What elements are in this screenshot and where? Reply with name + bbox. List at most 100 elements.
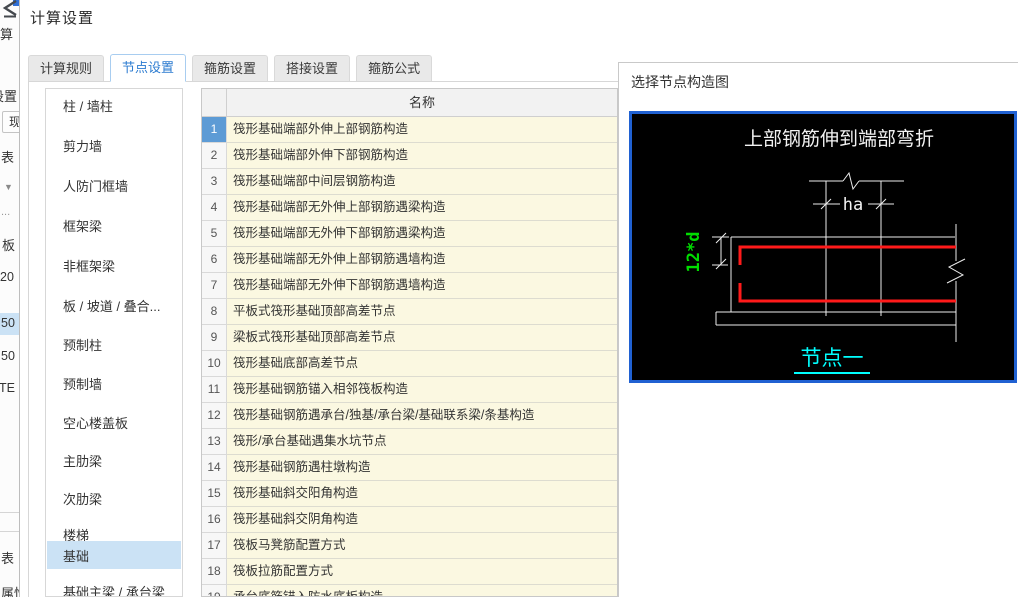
panel-divider-left [618,62,619,597]
table-row-4[interactable]: 4 筏形基础端部无外伸上部钢筋遇梁构造 [202,195,617,221]
partial-value-50-selected: 50 [1,316,15,330]
tab-4[interactable]: 搭接设置 [274,55,351,81]
panel-divider-top [618,62,1018,63]
table-row-6[interactable]: 6 筏形基础端部无外伸上部钢筋遇墙构造 [202,247,617,273]
partial-text-board: 板 [2,238,16,253]
table-row-12[interactable]: 12 筏形基础钢筋遇承台/独基/承台梁/基础联系梁/条基构造 [202,403,617,429]
row-number: 8 [202,299,227,325]
sidebar-item-7[interactable]: 预制柱 [47,325,181,364]
row-name: 筏形/承台基础遇集水坑节点 [227,429,617,455]
row-number: 18 [202,559,227,585]
row-number: 14 [202,455,227,481]
node-diagram-canvas[interactable]: 上部钢筋伸到端部弯折 ha 12*d 节点一 [629,111,1017,383]
tab-strip: 计算规则 节点设置 箍筋设置 搭接设置 箍筋公式 [28,54,433,82]
table-row-7[interactable]: 7 筏形基础端部无外伸下部钢筋遇墙构造 [202,273,617,299]
tab-1[interactable]: 计算规则 [28,55,105,81]
row-number: 19 [202,585,227,596]
underlying-window-strip: 计算 设置 现 表 ▼ ... 板 20 50 50 TE 表 属性 [0,0,20,597]
sidebar-item-2[interactable]: 剪力墙 [47,125,181,165]
row-number: 17 [202,533,227,559]
table-row-14[interactable]: 14 筏形基础钢筋遇柱墩构造 [202,455,617,481]
app-logo-icon [2,0,19,18]
table-row-13[interactable]: 13 筏形/承台基础遇集水坑节点 [202,429,617,455]
row-name: 筏形基础底部高差节点 [227,351,617,377]
partial-text-calc: 计算 [0,27,14,42]
sidebar-item-1[interactable]: 柱 / 墙柱 [47,89,181,125]
tab-content-border-left [28,81,29,597]
sidebar-item-11[interactable]: 次肋梁 [47,479,181,517]
partial-text-properties: 属性 [1,586,19,597]
table-row-5[interactable]: 5 筏形基础端部无外伸下部钢筋遇梁构造 [202,221,617,247]
table-body: 1 筏形基础端部外伸上部钢筋构造 2 筏形基础端部外伸下部钢筋构造 3 筏形基础端部中间层… [202,117,617,596]
table-header-number-cell [202,89,227,116]
tab-5[interactable]: 箍筋公式 [356,55,433,81]
table-row-17[interactable]: 17 筏板马凳筋配置方式 [202,533,617,559]
partial-value-te: TE [0,381,15,395]
row-number: 15 [202,481,227,507]
row-number: 2 [202,143,227,169]
row-name: 筏形基础端部无外伸下部钢筋遇梁构造 [227,221,617,247]
diagram-title: 上部钢筋伸到端部弯折 [744,128,934,150]
diagram-panel-label: 选择节点构造图 [631,74,729,90]
partial-value-50: 50 [1,349,15,363]
row-name: 筏形基础端部外伸上部钢筋构造 [227,117,617,143]
row-number: 6 [202,247,227,273]
row-number: 4 [202,195,227,221]
ellipsis-text: ... [1,206,11,218]
table-row-3[interactable]: 3 筏形基础端部中间层钢筋构造 [202,169,617,195]
table-row-18[interactable]: 18 筏板拉筋配置方式 [202,559,617,585]
row-number: 9 [202,325,227,351]
row-number: 3 [202,169,227,195]
sidebar-item-10[interactable]: 主肋梁 [47,441,181,479]
table-row-9[interactable]: 9 梁板式筏形基础顶部高差节点 [202,325,617,351]
table-row-16[interactable]: 16 筏形基础斜交阴角构造 [202,507,617,533]
row-name: 筏形基础斜交阴角构造 [227,507,617,533]
sidebar-item-5[interactable]: 非框架梁 [47,245,181,285]
dim-label-12d: 12*d [684,232,704,273]
dialog-title: 计算设置 [30,10,95,27]
sidebar-item-3[interactable]: 人防门框墙 [47,165,181,205]
diagram-caption: 节点一 [801,347,864,370]
sidebar-item-4[interactable]: 框架梁 [47,205,181,245]
row-number: 1 [202,117,227,143]
table-row-11[interactable]: 11 筏形基础钢筋锚入相邻筏板构造 [202,377,617,403]
table-row-10[interactable]: 10 筏形基础底部高差节点 [202,351,617,377]
row-name: 筏形基础端部外伸下部钢筋构造 [227,143,617,169]
partial-button[interactable]: 现 [2,111,19,133]
partial-value-20: 20 [0,270,14,284]
table-header-name: 名称 [408,95,435,110]
tab-3[interactable]: 箍筋设置 [192,55,269,81]
row-name: 筏形基础端部无外伸上部钢筋遇梁构造 [227,195,617,221]
table-row-19[interactable]: 19 承台底筋锚入防水底板构造 [202,585,617,596]
node-table: 名称 1 筏形基础端部外伸上部钢筋构造 2 筏形基础端部外伸下部钢筋构造 3 筏形基础端部… [201,88,618,597]
row-number: 11 [202,377,227,403]
table-row-1[interactable]: 1 筏形基础端部外伸上部钢筋构造 [202,117,617,143]
row-name: 筏板马凳筋配置方式 [227,533,617,559]
row-name: 平板式筏形基础顶部高差节点 [227,299,617,325]
table-row-2[interactable]: 2 筏形基础端部外伸下部钢筋构造 [202,143,617,169]
row-name: 筏形基础钢筋遇承台/独基/承台梁/基础联系梁/条基构造 [227,403,617,429]
row-number: 13 [202,429,227,455]
row-number: 7 [202,273,227,299]
dim-label-ha: ha [843,195,863,215]
sidebar-item-6[interactable]: 板 / 坡道 / 叠合... [47,285,181,325]
sidebar-item-13[interactable]: 基础 [47,541,181,569]
row-name: 筏形基础斜交阳角构造 [227,481,617,507]
sidebar-item-14[interactable]: 基础主梁 / 承台梁 [47,577,181,597]
category-sidebar: 柱 / 墙柱 剪力墙 人防门框墙 框架梁 非框架梁板 / 坡道 / 叠合... 预制柱 预制… [45,88,183,597]
dropdown-arrow-icon[interactable]: ▼ [4,182,13,192]
table-header-row: 名称 [202,89,617,117]
app-window: 计算 设置 现 表 ▼ ... 板 20 50 50 TE 表 属性 计算设置 … [0,0,1018,597]
strip-divider [0,512,19,513]
row-name: 筏形基础端部中间层钢筋构造 [227,169,617,195]
tab-2[interactable]: 节点设置 [110,54,187,82]
row-name: 承台底筋锚入防水底板构造 [227,585,617,596]
row-name: 筏形基础端部无外伸上部钢筋遇墙构造 [227,247,617,273]
table-row-8[interactable]: 8 平板式筏形基础顶部高差节点 [202,299,617,325]
table-row-15[interactable]: 15 筏形基础斜交阳角构造 [202,481,617,507]
sidebar-item-8[interactable]: 预制墙 [47,364,181,403]
sidebar-item-9[interactable]: 空心楼盖板 [47,403,181,441]
row-name: 筏形基础端部无外伸下部钢筋遇墙构造 [227,273,617,299]
row-number: 5 [202,221,227,247]
partial-text-table: 表 [1,150,15,165]
